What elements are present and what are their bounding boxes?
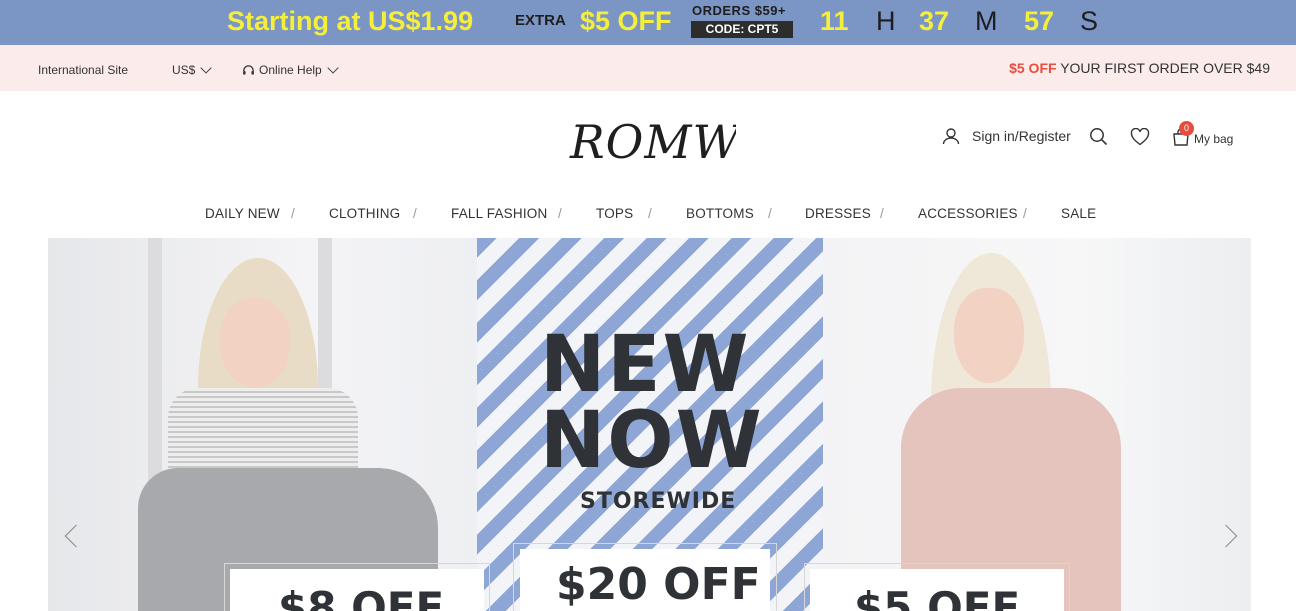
- main-nav: DAILY NEW / CLOTHING / FALL FASHION / TO…: [0, 204, 1296, 224]
- model-face: [954, 288, 1024, 383]
- nav-item-tops[interactable]: TOPS: [596, 206, 633, 221]
- promo-starting-text: Starting at US$1.99: [227, 6, 474, 36]
- nav-item-accessories[interactable]: ACCESSORIES: [918, 206, 1018, 221]
- nav-item-sale[interactable]: SALE: [1061, 206, 1096, 221]
- nav-item-daily-new[interactable]: DAILY NEW: [205, 206, 280, 221]
- nav-item-clothing[interactable]: CLOTHING: [329, 206, 400, 221]
- heart-icon: [1130, 127, 1150, 146]
- bag-count-badge: 0: [1179, 121, 1194, 136]
- sign-in-label: Sign in/Register: [972, 128, 1071, 144]
- coupon-20-off-label: $20 OFF: [556, 559, 761, 610]
- nav-separator: /: [768, 206, 772, 221]
- chevron-down-icon: [200, 62, 213, 74]
- utility-bar: International Site US$ Online Help $5 OF…: [0, 45, 1296, 91]
- countdown-seconds: 57: [1024, 6, 1055, 36]
- currency-label: US$: [172, 63, 196, 77]
- offer-highlight: $5 OFF: [1009, 60, 1057, 76]
- model-face: [220, 298, 290, 388]
- promo-banner[interactable]: Starting at US$1.99 EXTRA $5 OFF ORDERS …: [0, 0, 1296, 45]
- international-site-link[interactable]: International Site: [38, 63, 128, 77]
- user-icon: [942, 128, 960, 145]
- my-bag-label: My bag: [1194, 132, 1234, 146]
- svg-text:ROMWE: ROMWE: [569, 115, 736, 169]
- sign-in-register[interactable]: Sign in/Register: [942, 127, 1071, 145]
- chevron-down-icon: [327, 62, 339, 74]
- online-help-label: Online Help: [259, 63, 322, 77]
- nav-separator: /: [291, 206, 295, 221]
- countdown-hours: 11: [820, 6, 849, 36]
- romwe-logo[interactable]: ROMWE: [566, 110, 774, 172]
- search-icon: [1090, 128, 1108, 146]
- hero-subheadline: STOREWIDE: [580, 489, 737, 514]
- online-help-selector[interactable]: Online Help: [242, 62, 339, 77]
- currency-selector[interactable]: US$: [172, 62, 213, 77]
- nav-item-fall-fashion[interactable]: FALL FASHION: [451, 206, 547, 221]
- nav-separator: /: [880, 206, 884, 221]
- hero-photo-left: [48, 238, 478, 611]
- promo-extra-label: EXTRA: [515, 12, 566, 29]
- headset-icon: [243, 64, 254, 75]
- hero-photo-right: [821, 238, 1251, 611]
- nav-separator: /: [648, 206, 652, 221]
- promo-orders-threshold: ORDERS $59+: [692, 3, 787, 18]
- countdown-minutes-unit: M: [975, 6, 998, 36]
- first-order-offer[interactable]: $5 OFF YOUR FIRST ORDER OVER $49: [1009, 60, 1270, 76]
- nav-separator: /: [1023, 206, 1027, 221]
- countdown-seconds-unit: S: [1080, 6, 1099, 36]
- logo-wordmark: ROMWE: [569, 115, 774, 169]
- wishlist-button[interactable]: [1130, 127, 1150, 151]
- nav-item-dresses[interactable]: DRESSES: [805, 206, 871, 221]
- offer-text: YOUR FIRST ORDER OVER $49: [1056, 60, 1270, 76]
- coupon-8-off-label: $8 OFF: [278, 583, 445, 611]
- nav-separator: /: [413, 206, 417, 221]
- coupon-5-off[interactable]: $5 OFF: [810, 569, 1064, 611]
- coupon-5-off-label: $5 OFF: [854, 583, 1021, 611]
- hero-banner[interactable]: NEW NOW STOREWIDE $8 OFF $20 OFF $5 OFF: [48, 238, 1251, 611]
- countdown-hours-unit: H: [876, 6, 896, 36]
- nav-separator: /: [558, 206, 562, 221]
- coupon-8-off[interactable]: $8 OFF: [230, 569, 484, 611]
- search-button[interactable]: [1089, 127, 1108, 151]
- hero-headline-now: NOW: [540, 396, 764, 486]
- promo-code: CODE: CPT5: [691, 21, 793, 38]
- countdown-minutes: 37: [919, 6, 950, 36]
- coupon-20-off[interactable]: $20 OFF: [520, 549, 770, 611]
- nav-item-bottoms[interactable]: BOTTOMS: [686, 206, 754, 221]
- promo-off-amount: $5 OFF: [580, 6, 672, 36]
